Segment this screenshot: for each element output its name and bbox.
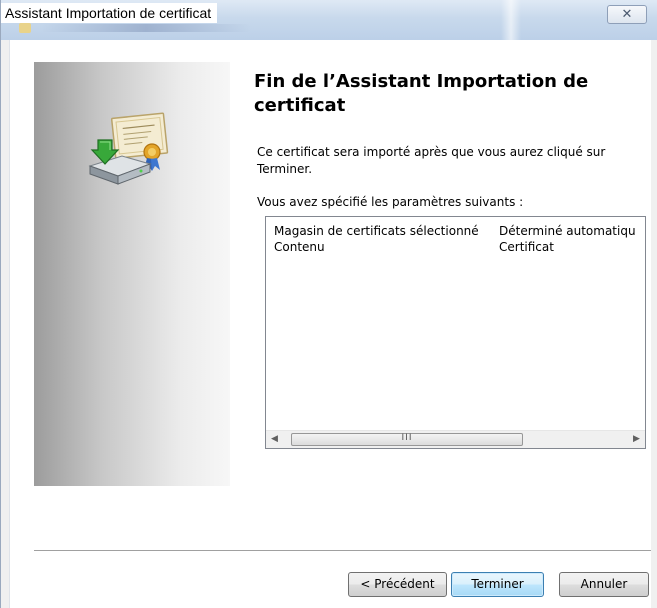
window-title: Assistant Importation de certificat (1, 3, 218, 23)
certificate-import-icon (88, 112, 169, 185)
scrollbar-thumb[interactable]: III (291, 433, 523, 446)
intro-text: Ce certificat sera importé après que vou… (257, 145, 606, 176)
footer-divider (34, 550, 651, 552)
back-button[interactable]: < Précédent (348, 572, 447, 597)
params-label: Vous avez spécifié les paramètres suivan… (257, 195, 524, 209)
setting-value: Certificat (499, 240, 554, 254)
setting-value: Déterminé automatiqu (499, 224, 636, 238)
title-bar-blur (41, 24, 251, 32)
settings-list[interactable]: Magasin de certificats sélectionné Déter… (265, 216, 646, 449)
close-button[interactable]: ✕ (607, 5, 647, 24)
setting-name: Magasin de certificats sélectionné (274, 224, 479, 238)
wizard-client-area: Fin de l’Assistant Importation de certif… (9, 40, 651, 608)
scroll-right-icon[interactable]: ▶ (628, 431, 645, 448)
horizontal-scrollbar[interactable]: ◀ III ▶ (266, 430, 645, 448)
close-icon: ✕ (621, 7, 633, 22)
finish-button[interactable]: Terminer (451, 572, 544, 597)
grip-icon: III (401, 433, 413, 443)
app-icon (19, 23, 31, 33)
title-bar-glare (501, 0, 521, 40)
wizard-window: Assistant Importation de certificat ✕ Fi… (0, 0, 657, 608)
page-title: Fin de l’Assistant Importation de certif… (254, 71, 589, 116)
cancel-button[interactable]: Annuler (559, 572, 649, 597)
title-bar[interactable]: Assistant Importation de certificat ✕ (1, 0, 657, 40)
setting-name: Contenu (274, 240, 325, 254)
scroll-left-icon[interactable]: ◀ (266, 431, 283, 448)
